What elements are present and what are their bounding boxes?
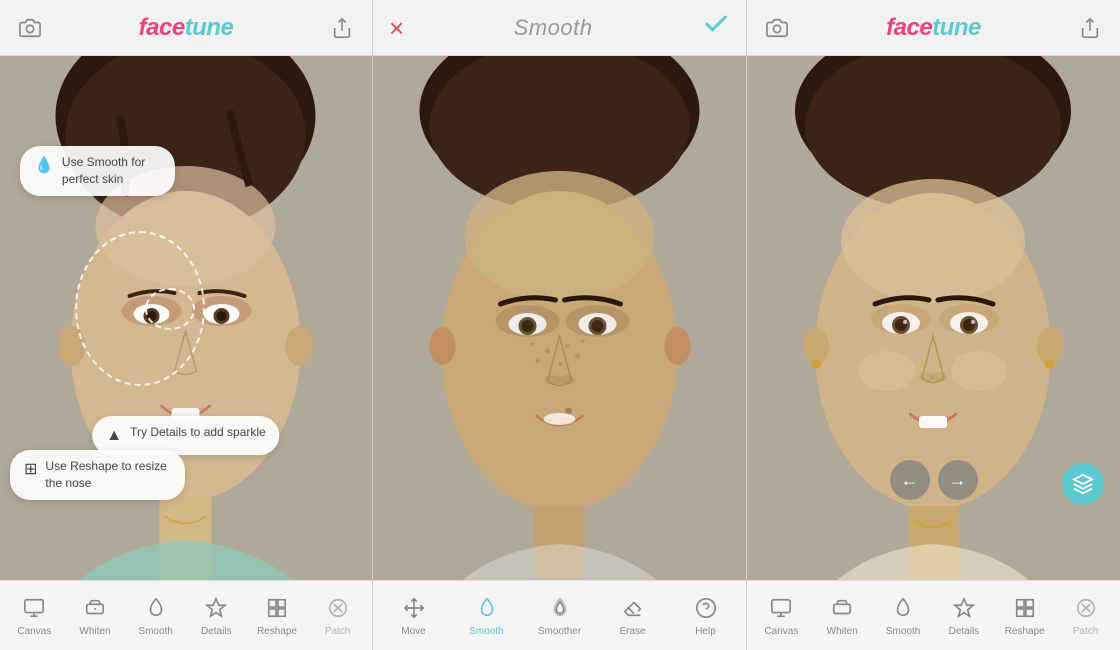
- help-label: Help: [695, 626, 716, 637]
- center-tool-smoother[interactable]: Smoother: [534, 590, 586, 641]
- left-logo: facetune: [139, 14, 234, 42]
- right-tool-whiten[interactable]: Whiten: [816, 590, 868, 641]
- layers-icon: [1072, 473, 1094, 495]
- center-title: Smooth: [514, 15, 593, 41]
- details-icon-r: [950, 594, 978, 622]
- details-label: Details: [201, 626, 232, 637]
- left-panel: facetune: [0, 0, 373, 650]
- left-tool-patch[interactable]: Patch: [312, 590, 364, 641]
- whiten-icon: [81, 594, 109, 622]
- smoother-label: Smoother: [538, 626, 581, 637]
- left-tool-canvas[interactable]: Canvas: [8, 590, 60, 641]
- patch-icon: [324, 594, 352, 622]
- help-icon: [692, 594, 720, 622]
- smooth-label: Smooth: [138, 626, 172, 637]
- left-photo: 💧 Use Smooth for perfect skin ▲ Try Deta…: [0, 56, 372, 580]
- whiten-label-r: Whiten: [827, 626, 858, 637]
- left-share-icon[interactable]: [328, 14, 356, 42]
- smooth-label-r: Smooth: [886, 626, 920, 637]
- right-tool-canvas[interactable]: Canvas: [755, 590, 807, 641]
- patch-label: Patch: [325, 626, 351, 637]
- center-tool-smooth[interactable]: Smooth: [461, 590, 513, 641]
- center-tool-erase[interactable]: Erase: [607, 590, 659, 641]
- right-tool-smooth[interactable]: Smooth: [877, 590, 929, 641]
- right-toolbar: Canvas Whiten Smooth: [747, 580, 1120, 650]
- details-label-r: Details: [949, 626, 980, 637]
- left-camera-icon[interactable]: [16, 14, 44, 42]
- right-logo: facetune: [886, 14, 981, 42]
- center-tool-help[interactable]: Help: [680, 590, 732, 641]
- whiten-label: Whiten: [79, 626, 110, 637]
- whiten-icon-r: [828, 594, 856, 622]
- right-panel: facetune: [747, 0, 1120, 650]
- right-camera-icon[interactable]: [763, 14, 791, 42]
- action-button[interactable]: [1062, 463, 1104, 505]
- nav-back-button[interactable]: ←: [890, 460, 930, 500]
- canvas-icon-r: [767, 594, 795, 622]
- left-tool-smooth[interactable]: Smooth: [130, 590, 182, 641]
- cancel-button[interactable]: ×: [389, 15, 404, 41]
- move-label: Move: [401, 626, 425, 637]
- left-header: facetune: [0, 0, 372, 56]
- right-photo: ← →: [747, 56, 1120, 580]
- smooth-icon-r: [889, 594, 917, 622]
- center-tool-move[interactable]: Move: [388, 590, 440, 641]
- smooth-icon: [142, 594, 170, 622]
- center-photo[interactable]: [373, 56, 746, 580]
- erase-icon: [619, 594, 647, 622]
- left-tool-details[interactable]: Details: [190, 590, 242, 641]
- details-icon: [202, 594, 230, 622]
- right-header: facetune: [747, 0, 1120, 56]
- reshape-label-r: Reshape: [1005, 626, 1045, 637]
- center-header: × Smooth: [373, 0, 746, 56]
- canvas-label: Canvas: [17, 626, 51, 637]
- reshape-icon-r: [1011, 594, 1039, 622]
- smooth-active-icon: [473, 594, 501, 622]
- right-tool-patch[interactable]: Patch: [1060, 590, 1112, 641]
- canvas-icon: [20, 594, 48, 622]
- confirm-button[interactable]: [702, 10, 730, 45]
- right-share-icon[interactable]: [1076, 14, 1104, 42]
- center-face-svg: [373, 56, 746, 580]
- erase-label: Erase: [619, 626, 645, 637]
- smooth-active-label: Smooth: [469, 626, 503, 637]
- reshape-label: Reshape: [257, 626, 297, 637]
- move-icon: [400, 594, 428, 622]
- center-toolbar: Move Smooth Smoother: [373, 580, 746, 650]
- left-face-svg: [0, 56, 372, 580]
- canvas-label-r: Canvas: [764, 626, 798, 637]
- center-panel: × Smooth: [373, 0, 747, 650]
- nav-arrows: ← →: [890, 460, 978, 500]
- patch-label-r: Patch: [1073, 626, 1099, 637]
- right-tool-reshape[interactable]: Reshape: [999, 590, 1051, 641]
- left-tool-reshape[interactable]: Reshape: [251, 590, 303, 641]
- nav-forward-button[interactable]: →: [938, 460, 978, 500]
- reshape-icon: [263, 594, 291, 622]
- right-tool-details[interactable]: Details: [938, 590, 990, 641]
- left-tool-whiten[interactable]: Whiten: [69, 590, 121, 641]
- patch-icon-r: [1072, 594, 1100, 622]
- smoother-icon: [546, 594, 574, 622]
- left-toolbar: Canvas Whiten Smooth: [0, 580, 372, 650]
